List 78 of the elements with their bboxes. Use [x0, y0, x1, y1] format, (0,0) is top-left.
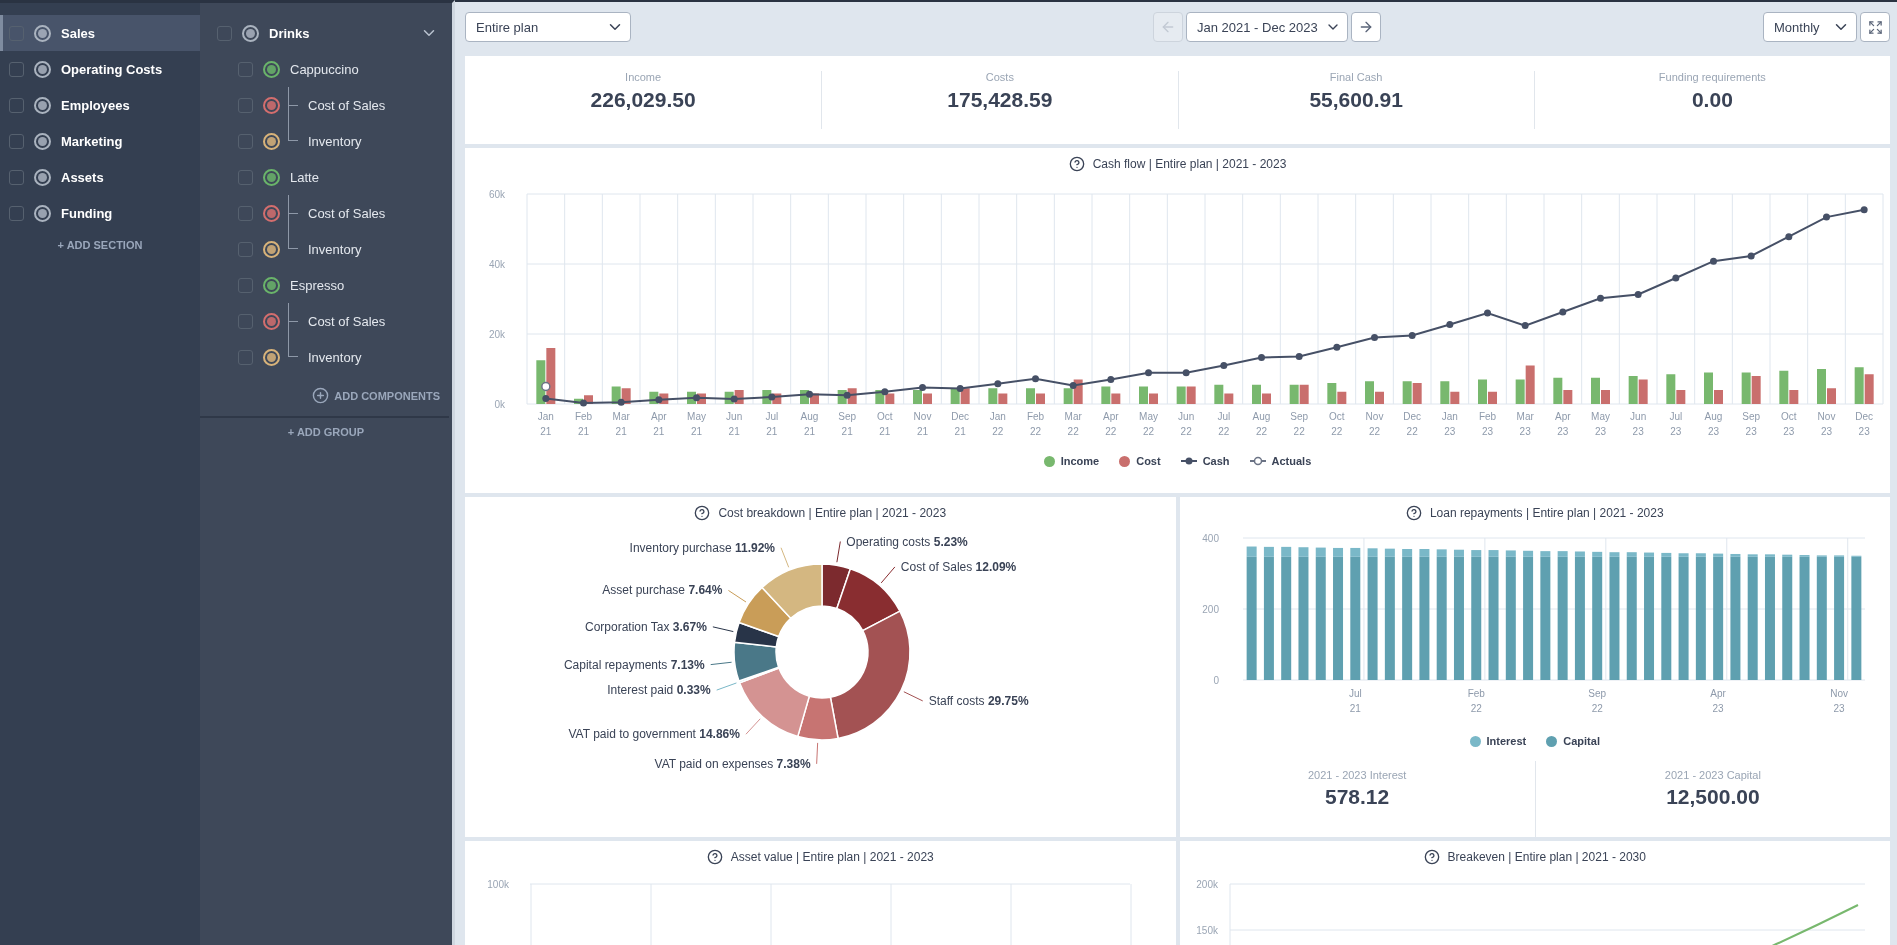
slice-label: Interest paid 0.33% — [607, 683, 711, 698]
stat-label: Income — [625, 71, 662, 83]
slice-label: VAT paid to government 14.86% — [568, 727, 740, 742]
axis-label: Sep 21 — [838, 411, 857, 437]
slice-label: Operating costs 5.23% — [846, 534, 968, 549]
chart-title: Loan repayments | Entire plan | 2021 - 2023 — [1429, 506, 1664, 520]
stat-label: Costs — [985, 71, 1014, 83]
axis-label: Mar 21 — [612, 411, 630, 437]
chart-title: Cash flow | Entire plan | 2021 - 2023 — [1092, 157, 1287, 171]
stat-label: Funding requirements — [1658, 71, 1766, 83]
axis-label: Feb 22 — [1026, 411, 1045, 437]
axis-label: Nov 23 — [1829, 688, 1848, 714]
total-label: 2021 - 2023 Interest — [1307, 769, 1407, 781]
axis-label: Jul 22 — [1217, 411, 1231, 437]
axis-label: Jul 21 — [765, 411, 779, 437]
axis-label: Jun 21 — [726, 411, 743, 437]
axis-label: 100k — [487, 879, 509, 890]
chart-title: Cost breakdown | Entire plan | 2021 - 2023 — [718, 506, 947, 520]
axis-label: Jul 23 — [1669, 411, 1683, 437]
axis-label: Jan 23 — [1441, 411, 1458, 437]
axis-label: Jun 22 — [1178, 411, 1195, 437]
chart-title: Asset value | Entire plan | 2021 - 2023 — [730, 850, 934, 864]
axis-label: Sep 22 — [1290, 411, 1309, 437]
axis-label: Jan 21 — [537, 411, 554, 437]
axis-label: 20k — [488, 329, 505, 340]
axis-label: Dec 21 — [951, 411, 970, 437]
slice-label: Staff costs 29.75% — [928, 693, 1029, 708]
slice-label: Cost of Sales 12.09% — [900, 559, 1017, 574]
total-value: 12,500.00 — [1666, 785, 1760, 809]
axis-label: Feb 21 — [574, 411, 593, 437]
stat-label: Final Cash — [1329, 71, 1383, 83]
slice-label: Capital repayments 7.13% — [563, 657, 705, 672]
total-value: 578.12 — [1325, 785, 1390, 809]
axis-label: Dec 22 — [1403, 411, 1422, 437]
axis-label: Nov 22 — [1365, 411, 1384, 437]
axis-label: Mar 23 — [1516, 411, 1534, 437]
axis-label: 200 — [1201, 604, 1219, 615]
axis-label: 40k — [488, 259, 505, 270]
axis-label: Aug 21 — [800, 411, 819, 437]
slice-label: Asset purchase 7.64% — [602, 583, 723, 598]
axis-label: Oct 23 — [1781, 411, 1797, 437]
axis-label: May 23 — [1591, 411, 1610, 437]
axis-label: Mar 22 — [1064, 411, 1082, 437]
axis-label: Apr 21 — [651, 411, 667, 437]
axis-label: Feb 22 — [1467, 688, 1485, 714]
stat-value: 226,029.50 — [590, 88, 696, 112]
axis-label: Jun 23 — [1630, 411, 1647, 437]
axis-label: 200k — [1195, 879, 1218, 890]
stat-value: 175,428.59 — [947, 88, 1053, 112]
axis-label: 60k — [488, 189, 505, 200]
axis-label: Jul 21 — [1348, 688, 1362, 714]
axis-label: Aug 23 — [1704, 411, 1723, 437]
axis-label: Nov 23 — [1817, 411, 1836, 437]
axis-label: Feb 23 — [1478, 411, 1497, 437]
axis-label: Apr 23 — [1555, 411, 1571, 437]
axis-label: Jan 22 — [989, 411, 1006, 437]
slice-label: Inventory purchase 11.92% — [629, 540, 776, 555]
axis-label: 150k — [1195, 925, 1218, 936]
axis-label: May 21 — [687, 411, 706, 437]
slice-label: VAT paid on expenses 7.38% — [654, 756, 811, 771]
slice-label: Corporation Tax 3.67% — [585, 619, 707, 634]
total-label: 2021 - 2023 Capital — [1664, 769, 1761, 781]
chart-title: Breakeven | Entire plan | 2021 - 2030 — [1447, 850, 1646, 864]
axis-label: Sep 23 — [1742, 411, 1761, 437]
axis-label: Nov 21 — [913, 411, 932, 437]
axis-label: Oct 21 — [877, 411, 893, 437]
stat-value: 0.00 — [1691, 88, 1733, 112]
axis-label: May 22 — [1139, 411, 1158, 437]
axis-label: Aug 22 — [1252, 411, 1271, 437]
axis-label: Sep 22 — [1587, 688, 1606, 714]
axis-label: Oct 22 — [1329, 411, 1345, 437]
axis-label: Dec 23 — [1855, 411, 1874, 437]
axis-label: 0k — [494, 399, 505, 410]
axis-label: 400 — [1201, 533, 1219, 544]
stat-value: 55,600.91 — [1309, 88, 1403, 112]
axis-label: Apr 22 — [1103, 411, 1119, 437]
axis-label: Apr 23 — [1709, 688, 1726, 714]
axis-label: 0 — [1212, 675, 1219, 686]
